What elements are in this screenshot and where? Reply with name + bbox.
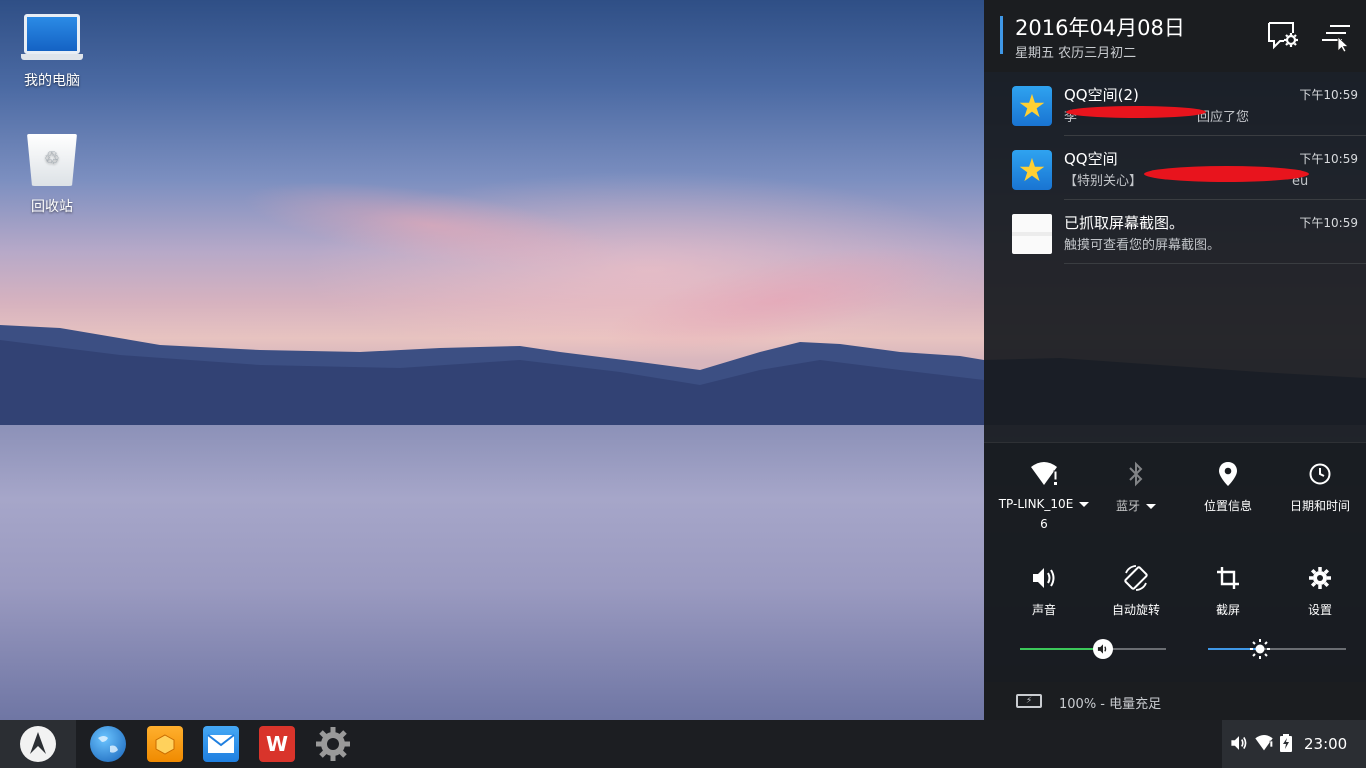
qs-bluetooth-tile[interactable]: 蓝牙 xyxy=(1090,459,1182,514)
computer-icon xyxy=(7,14,97,60)
notification-body-start: 【特别关心】 xyxy=(1064,174,1143,189)
clear-all-button[interactable] xyxy=(1322,18,1356,53)
qs-rotate-tile[interactable]: 自动旋转 xyxy=(1090,563,1182,618)
mail-icon[interactable] xyxy=(203,726,239,762)
start-menu-button[interactable] xyxy=(0,720,76,768)
taskbar-clock[interactable]: 23:00 xyxy=(1304,735,1347,753)
battery-status-bar: ⚡ 100% - 电量充足 xyxy=(984,682,1366,720)
browser-globe-icon[interactable] xyxy=(90,726,126,762)
notification-time: 下午10:59 xyxy=(1299,152,1358,166)
qs-location-tile[interactable]: 位置信息 xyxy=(1182,459,1274,514)
qzone-star-icon: ★ xyxy=(1012,86,1052,126)
desktop-icon-label: 我的电脑 xyxy=(24,73,80,89)
divider xyxy=(1064,263,1366,264)
notification-title: QQ空间 xyxy=(1064,150,1118,168)
qs-location-label: 位置信息 xyxy=(1203,499,1252,513)
panel-header: 2016年04月08日 星期五 农历三月初二 xyxy=(984,0,1366,72)
notification-panel: 2016年04月08日 星期五 农历三月初二 ★ QQ空间(2) 李 回应了您 … xyxy=(984,0,1366,720)
volume-icon[interactable] xyxy=(1230,734,1248,756)
location-pin-icon xyxy=(1182,459,1274,489)
battery-charging-icon: ⚡ xyxy=(1016,694,1042,708)
gear-icon xyxy=(1274,563,1366,593)
wifi-alert-icon xyxy=(998,459,1090,489)
qs-sound-label: 声音 xyxy=(1031,603,1056,617)
start-menu-logo xyxy=(20,726,56,762)
qs-settings-label: 设置 xyxy=(1307,603,1332,617)
notification-time: 下午10:59 xyxy=(1299,216,1358,230)
bluetooth-icon xyxy=(1090,459,1182,489)
desktop-icon-recycle-bin[interactable]: ♲ 回收站 xyxy=(7,134,97,216)
volume-slider-fill xyxy=(1020,648,1103,650)
redaction-mark xyxy=(1144,166,1309,182)
notification-time: 下午10:59 xyxy=(1299,88,1358,102)
file-manager-icon[interactable] xyxy=(147,726,183,762)
volume-slider[interactable] xyxy=(1020,639,1166,659)
qs-datetime-tile[interactable]: 日期和时间 xyxy=(1274,459,1366,514)
taskbar: W 23:00 xyxy=(0,720,1366,768)
notification-title: 已抓取屏幕截图。 xyxy=(1064,214,1185,232)
panel-date: 2016年04月08日 xyxy=(1015,16,1185,40)
notification-item[interactable]: ★ QQ空间 【特别关心】 eu 下午10:59 xyxy=(984,136,1366,200)
qs-wifi-label-line2: 6 xyxy=(1040,517,1048,531)
notification-item[interactable]: ★ QQ空间(2) 李回应了您 下午10:59 xyxy=(984,72,1366,136)
qs-settings-tile[interactable]: 设置 xyxy=(1274,563,1366,618)
qs-wifi-label: TP-LINK_10E xyxy=(998,497,1074,511)
sun-icon[interactable] xyxy=(1250,639,1270,659)
system-tray: 23:00 xyxy=(1222,720,1366,768)
recycle-bin-icon: ♲ xyxy=(7,134,97,186)
chevron-down-icon[interactable] xyxy=(1146,504,1156,509)
desktop-icon-my-computer[interactable]: 我的电脑 xyxy=(7,14,97,90)
rotate-icon xyxy=(1090,563,1182,593)
screenshot-thumbnail xyxy=(1012,214,1052,254)
redaction-mark xyxy=(1066,106,1206,118)
qs-screenshot-tile[interactable]: 截屏 xyxy=(1182,563,1274,618)
qs-wifi-tile[interactable]: TP-LINK_10E 6 xyxy=(998,459,1090,531)
notification-item[interactable]: 已抓取屏幕截图。 触摸可查看您的屏幕截图。 下午10:59 xyxy=(984,200,1366,264)
qs-bluetooth-label: 蓝牙 xyxy=(1115,499,1140,513)
chevron-down-icon[interactable] xyxy=(1079,502,1090,507)
wifi-icon[interactable] xyxy=(1254,734,1274,756)
notification-settings-button[interactable] xyxy=(1266,18,1300,52)
speaker-icon xyxy=(998,563,1090,593)
clear-all-icon xyxy=(1322,25,1350,53)
notification-title: QQ空间(2) xyxy=(1064,86,1139,104)
qs-screenshot-label: 截屏 xyxy=(1215,603,1240,617)
qs-sound-tile[interactable]: 声音 xyxy=(998,563,1090,618)
wps-office-icon[interactable]: W xyxy=(259,726,295,762)
panel-lunar-date: 星期五 农历三月初二 xyxy=(1015,46,1137,61)
battery-icon[interactable] xyxy=(1280,734,1292,756)
crop-icon xyxy=(1182,563,1274,593)
quick-settings: TP-LINK_10E 6 蓝牙 位置信息 日期和时间 声音 自动旋转 截屏 设… xyxy=(984,442,1366,682)
qs-datetime-label: 日期和时间 xyxy=(1289,499,1350,513)
notification-body: 触摸可查看您的屏幕截图。 xyxy=(1064,238,1221,253)
notification-settings-icon xyxy=(1268,22,1298,50)
clock-icon xyxy=(1274,459,1366,489)
brightness-slider[interactable] xyxy=(1208,639,1346,659)
date-accent-bar xyxy=(1000,16,1003,54)
desktop-icon-label: 回收站 xyxy=(31,199,73,215)
battery-status-text: 100% - 电量充足 xyxy=(1059,697,1162,712)
qzone-star-icon: ★ xyxy=(1012,150,1052,190)
qs-rotate-label: 自动旋转 xyxy=(1111,603,1160,617)
speaker-icon[interactable] xyxy=(1093,639,1113,659)
settings-gear-icon[interactable] xyxy=(315,726,351,762)
